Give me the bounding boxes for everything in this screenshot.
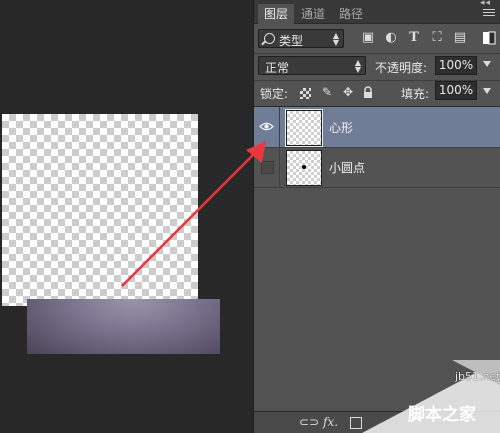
- fill-label: 填充:: [401, 87, 430, 101]
- filter-type-dropdown[interactable]: 类型 ▲ ▼: [258, 29, 344, 48]
- fx-icon[interactable]: fx.: [323, 415, 338, 429]
- layer-name[interactable]: 心形: [329, 119, 353, 136]
- layer-row-heart[interactable]: 心形: [254, 107, 500, 148]
- layer-filter-row: 类型 ▲ ▼ ▣ ◐ T ⛶ ▤: [254, 25, 500, 53]
- panel-menu-icon[interactable]: [483, 9, 495, 18]
- type-filter-icon[interactable]: T: [407, 31, 421, 45]
- layer-thumbnail[interactable]: [285, 109, 323, 147]
- collapse-panel-icon[interactable]: ◂◂: [480, 0, 491, 8]
- watermark-site: jb51.net: [455, 370, 500, 383]
- blend-mode-dropdown[interactable]: 正常 ▲ ▼: [258, 56, 366, 75]
- tab-paths[interactable]: 路径: [333, 4, 369, 24]
- document-canvas-area[interactable]: [0, 0, 253, 433]
- visibility-toggle[interactable]: [261, 161, 274, 174]
- opacity-input[interactable]: 100%: [435, 56, 477, 75]
- filter-toggle-icon[interactable]: [482, 31, 496, 45]
- blend-row: 正常 ▲ ▼ 不透明度: 100%: [254, 54, 500, 80]
- smart-object-filter-icon[interactable]: ▤: [453, 31, 467, 45]
- updown-icon: ▲ ▼: [354, 58, 361, 74]
- blend-mode-label: 正常: [265, 61, 290, 75]
- watermark: jb51.net 脚本之家: [352, 360, 500, 433]
- dot-mark: [302, 165, 306, 169]
- fill-slider-arrow-icon[interactable]: [483, 88, 491, 94]
- shape-filter-icon[interactable]: ⛶: [430, 31, 444, 45]
- image-filter-icon[interactable]: ▣: [361, 31, 375, 45]
- opacity-label: 不透明度:: [375, 61, 428, 75]
- panel-tab-bar: 图层 通道 路径 ◂◂: [254, 0, 500, 24]
- search-icon: [264, 33, 275, 44]
- layer-name[interactable]: 小圆点: [329, 159, 365, 176]
- lock-label: 锁定:: [260, 87, 289, 101]
- watermark-brand: 脚本之家: [408, 405, 476, 425]
- opacity-slider-arrow-icon[interactable]: [483, 61, 491, 67]
- divider: [279, 147, 280, 187]
- gradient-swatch: [27, 299, 220, 354]
- lock-transparent-pixels-icon[interactable]: [300, 88, 311, 99]
- divider: [279, 107, 280, 147]
- updown-icon: ▲ ▼: [332, 31, 339, 47]
- link-icon[interactable]: ⊂⊃: [299, 415, 319, 429]
- lock-position-icon[interactable]: ✥: [341, 86, 355, 99]
- tab-channels[interactable]: 通道: [295, 4, 331, 24]
- eye-icon[interactable]: [259, 120, 274, 133]
- lock-image-pixels-icon[interactable]: ✎: [320, 86, 334, 99]
- transparent-canvas[interactable]: [2, 114, 198, 306]
- lock-all-icon[interactable]: [361, 86, 375, 99]
- fill-input[interactable]: 100%: [435, 81, 477, 100]
- filter-type-label: 类型: [279, 34, 304, 48]
- layer-thumbnail[interactable]: [286, 150, 322, 186]
- adjustment-filter-icon[interactable]: ◐: [384, 31, 398, 45]
- tab-layers[interactable]: 图层: [258, 4, 295, 24]
- layer-row-small-dot[interactable]: 小圆点: [254, 147, 500, 188]
